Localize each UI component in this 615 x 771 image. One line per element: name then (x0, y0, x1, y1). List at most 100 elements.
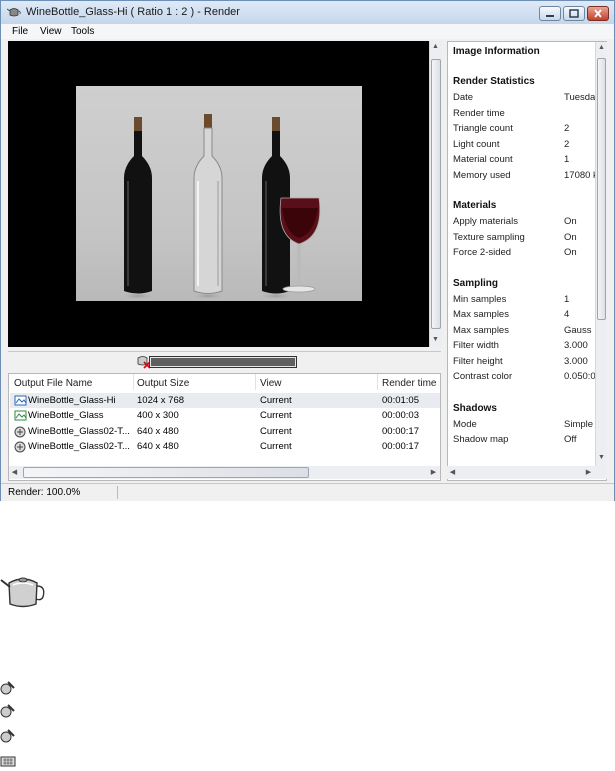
close-icon (594, 9, 602, 18)
info-label: Material count (453, 154, 513, 165)
scroll-down-icon[interactable]: ▼ (430, 336, 441, 343)
info-label: Filter width (453, 340, 499, 351)
cell-name: WineBottle_Glass02-T... (28, 426, 130, 437)
info-hscrollbar[interactable]: ◀ ▶ (447, 466, 607, 479)
info-value: On (564, 216, 577, 227)
cell-time: 00:00:03 (382, 410, 419, 421)
col-header-name[interactable]: Output File Name (14, 378, 92, 389)
info-value: 17080 k (564, 170, 598, 181)
scroll-down-icon[interactable]: ▼ (596, 454, 607, 461)
cell-time: 00:00:17 (382, 441, 419, 452)
table-row[interactable]: WineBottle_Glass02-T... 640 x 480 Curren… (10, 424, 440, 439)
output-file-list: Output File Name Output Size View Render… (8, 373, 441, 481)
render-progress-bar (149, 356, 297, 368)
info-value: 3.000 (564, 356, 588, 367)
info-value: On (564, 247, 577, 258)
info-label: Render time (453, 108, 505, 119)
info-value: Tuesda (564, 92, 596, 103)
image-information-panel: Image Information Render Statistics Date… (447, 41, 607, 481)
info-label: Date (453, 92, 474, 103)
cell-view: Current (260, 441, 292, 452)
info-value: Simple (564, 419, 594, 430)
close-button[interactable] (587, 6, 609, 21)
cell-view: Current (260, 426, 292, 437)
info-label: Mode (453, 419, 477, 430)
title-bar[interactable]: WineBottle_Glass-Hi ( Ratio 1 : 2 ) - Re… (1, 1, 614, 25)
rendered-image (76, 86, 362, 301)
status-bar: Render: 100.0% (1, 483, 614, 501)
viewport-scroll-thumb[interactable] (431, 59, 441, 329)
teapot-icon (0, 577, 45, 608)
info-value: 2 (564, 139, 570, 150)
info-value: Off (564, 434, 577, 445)
info-value: 2 (564, 123, 570, 134)
info-value: On (564, 232, 577, 243)
info-label: Contrast color (453, 371, 513, 382)
panel-title: Image Information (453, 46, 540, 57)
info-label: Texture sampling (453, 232, 525, 243)
info-scroll-thumb[interactable] (597, 58, 606, 320)
cell-name: WineBottle_Glass-Hi (28, 395, 116, 406)
info-value: 1 (564, 154, 570, 165)
info-label: Triangle count (453, 123, 513, 134)
info-label: Light count (453, 139, 500, 150)
info-value: 4 (564, 309, 570, 320)
info-value: 1 (564, 294, 570, 305)
teapot-app-icon (7, 8, 21, 17)
menu-view[interactable]: View (40, 26, 62, 37)
menu-file[interactable]: File (12, 26, 28, 37)
scroll-up-icon[interactable]: ▲ (596, 44, 607, 51)
scroll-right-icon[interactable]: ▶ (583, 468, 594, 476)
info-label: Filter height (453, 356, 503, 367)
list-hscrollbar[interactable]: ◀ ▶ (9, 466, 440, 479)
window-title: WineBottle_Glass-Hi ( Ratio 1 : 2 ) - Re… (26, 6, 240, 18)
info-value: 3.000 (564, 340, 588, 351)
cell-name: WineBottle_Glass (28, 410, 104, 421)
cell-size: 400 x 300 (137, 410, 179, 421)
section-heading: Render Statistics (453, 76, 535, 87)
image-file-icon (14, 395, 27, 406)
render-file-icon (0, 704, 15, 718)
cell-view: Current (260, 410, 292, 421)
menu-tools[interactable]: Tools (71, 26, 94, 37)
keyboard-icon (0, 756, 16, 767)
maximize-button[interactable] (563, 6, 585, 21)
info-label: Max samples (453, 309, 509, 320)
info-label: Max samples (453, 325, 509, 336)
minimize-icon (546, 15, 554, 17)
table-row[interactable]: WineBottle_Glass02-T... 640 x 480 Curren… (10, 439, 440, 454)
scroll-up-icon[interactable]: ▲ (430, 43, 441, 50)
render-file-icon (0, 729, 15, 743)
info-label: Force 2-sided (453, 247, 512, 258)
menu-bar: File View Tools (1, 24, 614, 39)
render-window: WineBottle_Glass-Hi ( Ratio 1 : 2 ) - Re… (0, 0, 615, 501)
render-file-icon (14, 441, 26, 453)
status-text: Render: 100.0% (8, 487, 81, 498)
info-label: Apply materials (453, 216, 518, 227)
wine-bottles-render (118, 114, 321, 300)
minimize-button[interactable] (539, 6, 561, 21)
cell-time: 00:01:05 (382, 395, 419, 406)
section-heading: Sampling (453, 278, 499, 289)
list-scroll-thumb[interactable] (23, 467, 309, 478)
col-header-view[interactable]: View (260, 378, 282, 389)
image-file-icon (14, 410, 27, 421)
cell-size: 1024 x 768 (137, 395, 185, 406)
info-vscrollbar[interactable]: ▲ ▼ (595, 42, 607, 466)
col-header-size[interactable]: Output Size (137, 378, 189, 389)
info-label: Memory used (453, 170, 511, 181)
scroll-right-icon[interactable]: ▶ (428, 468, 439, 476)
cell-size: 640 x 480 (137, 441, 179, 452)
table-row[interactable]: WineBottle_Glass-Hi 1024 x 768 Current 0… (10, 393, 440, 408)
info-value: Gauss (564, 325, 592, 336)
maximize-icon (569, 9, 579, 18)
col-header-time[interactable]: Render time (382, 378, 436, 389)
section-heading: Shadows (453, 403, 497, 414)
info-label: Min samples (453, 294, 507, 305)
viewport-vscrollbar[interactable]: ▲ ▼ (429, 41, 442, 347)
render-viewport[interactable] (8, 41, 429, 347)
scroll-left-icon[interactable]: ◀ (447, 468, 458, 476)
table-row[interactable]: WineBottle_Glass 400 x 300 Current 00:00… (10, 408, 440, 423)
scroll-left-icon[interactable]: ◀ (9, 468, 20, 476)
cell-time: 00:00:17 (382, 426, 419, 437)
